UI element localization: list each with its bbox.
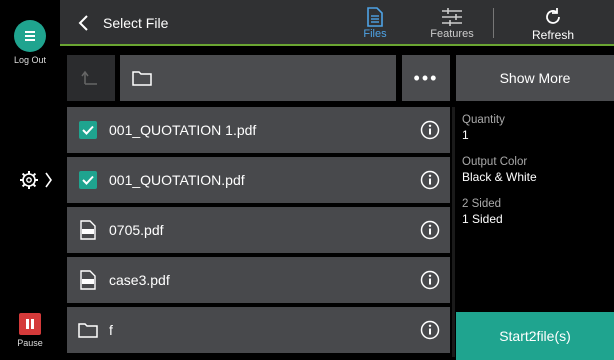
show-more-button[interactable]: Show More — [456, 55, 614, 101]
quantity-label: Quantity — [462, 114, 505, 126]
current-path — [120, 55, 396, 101]
two-sided-label: 2 Sided — [462, 198, 502, 210]
list-item[interactable]: f — [67, 307, 450, 353]
pause-icon — [19, 313, 41, 335]
file-name: 001_QUOTATION.pdf — [109, 172, 245, 188]
list-item[interactable]: 001_QUOTATION.pdf — [67, 157, 450, 203]
more-options-button[interactable]: ••• — [402, 55, 450, 101]
chevron-left-icon — [78, 15, 88, 31]
up-arrow-icon — [81, 70, 97, 85]
file-name: 001_QUOTATION 1.pdf — [109, 122, 257, 138]
folder-icon — [132, 71, 152, 86]
folder-icon — [78, 323, 98, 338]
info-button[interactable] — [410, 170, 450, 190]
file-name: f — [109, 322, 113, 338]
settings-toggle[interactable] — [18, 168, 58, 192]
file-name: case3.pdf — [109, 272, 170, 288]
pause-label: Pause — [17, 338, 43, 348]
header-divider — [493, 8, 494, 38]
checkbox-checked[interactable] — [79, 121, 97, 139]
file-list: 001_QUOTATION 1.pdf 001_QUOTATION.pdf 07… — [67, 107, 450, 357]
file-icon — [360, 6, 390, 28]
tab-features-label: Features — [430, 28, 474, 40]
output-color-label: Output Color — [462, 156, 528, 168]
left-rail: Log Out Pause — [0, 0, 60, 360]
back-button[interactable] — [74, 13, 94, 33]
two-sided-value: 1 Sided — [462, 212, 503, 226]
logout-button[interactable]: Log Out — [0, 20, 60, 65]
pdf-file-icon — [80, 220, 96, 240]
tab-files[interactable]: Files — [360, 6, 390, 40]
list-scrollbar[interactable] — [452, 107, 455, 357]
tab-files-label: Files — [363, 28, 387, 40]
logout-label: Log Out — [13, 55, 47, 65]
info-icon — [420, 270, 440, 290]
page-title: Select File — [103, 15, 169, 31]
info-button[interactable] — [410, 220, 450, 240]
settings-summary: Quantity 1 Output Color Black & White 2 … — [462, 108, 612, 226]
gear-icon — [20, 171, 52, 189]
info-icon — [420, 320, 440, 340]
list-item[interactable]: 0705.pdf — [67, 207, 450, 253]
list-item[interactable]: 001_QUOTATION 1.pdf — [67, 107, 450, 153]
header: Select File Files Features Refresh — [60, 0, 614, 46]
quantity-value: 1 — [462, 128, 469, 142]
checkbox-checked[interactable] — [79, 171, 97, 189]
info-icon — [420, 170, 440, 190]
info-icon — [420, 220, 440, 240]
tab-features[interactable]: Features — [428, 6, 476, 40]
info-icon — [420, 120, 440, 140]
up-folder-button[interactable] — [67, 55, 115, 101]
info-button[interactable] — [410, 320, 450, 340]
list-item[interactable]: case3.pdf — [67, 257, 450, 303]
sliders-icon — [428, 6, 476, 28]
info-button[interactable] — [410, 120, 450, 140]
logout-icon — [14, 20, 46, 52]
output-color-value: Black & White — [462, 170, 537, 184]
pause-button[interactable]: Pause — [0, 313, 60, 348]
pdf-file-icon — [80, 270, 96, 290]
file-name: 0705.pdf — [109, 222, 164, 238]
refresh-label: Refresh — [531, 28, 575, 42]
info-button[interactable] — [410, 270, 450, 290]
start-button[interactable]: Start2file(s) — [456, 312, 614, 360]
refresh-button[interactable]: Refresh — [530, 6, 576, 42]
refresh-icon — [530, 6, 576, 28]
